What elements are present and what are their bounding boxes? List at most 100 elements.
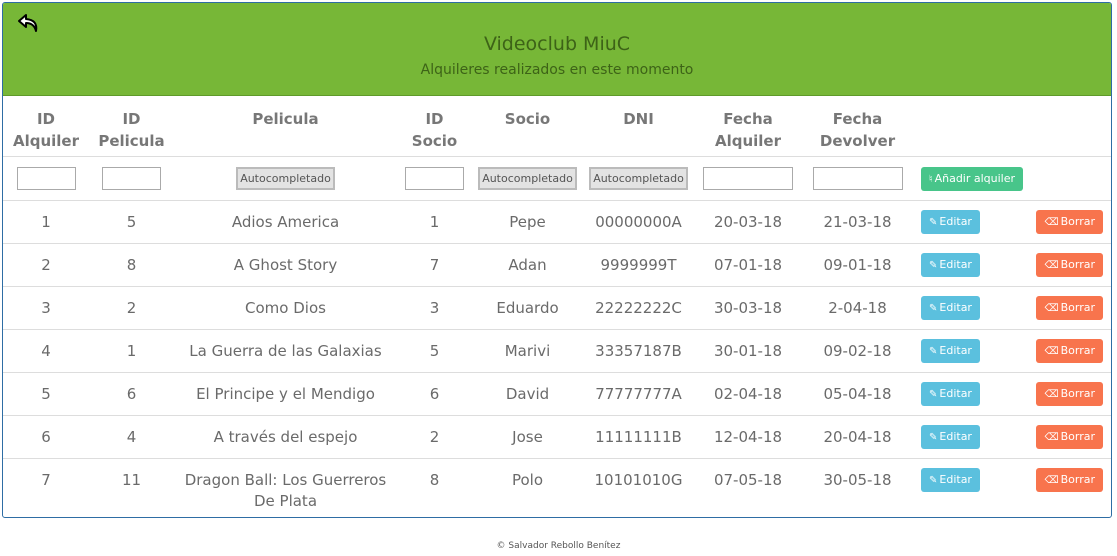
eraser-icon: ⌫ <box>1044 259 1059 271</box>
edit-button[interactable]: ✎ Editar <box>921 338 980 363</box>
cell-id-alquiler: 4 <box>3 328 89 372</box>
edit-cell: ✎ Editar <box>913 199 1033 243</box>
edit-label: Editar <box>939 214 972 228</box>
cell-id-pelicula: 6 <box>89 371 174 415</box>
column-header-line1: Pelicula <box>252 110 319 128</box>
column-header-line2: Alquiler <box>714 132 782 150</box>
column-header-line1: ID <box>122 110 141 128</box>
edit-button[interactable]: ✎ Editar <box>921 381 980 406</box>
column-header: Fecha Alquiler <box>694 96 802 156</box>
edit-cell: ✎ Editar <box>913 285 1033 329</box>
cell-pelicula: Como Dios <box>174 285 397 329</box>
cell-dni: 33357187B <box>583 328 694 372</box>
edit-icon: ✎ <box>929 388 938 400</box>
pelicula-autocomplete-input[interactable]: Autocompletado <box>236 166 335 190</box>
table-row: 3 2 Como Dios 3 Eduardo 22222222C 30-03-18 2-04… <box>3 285 1111 329</box>
delete-label: Borrar <box>1060 472 1095 486</box>
edit-cell: ✎ Editar <box>913 242 1033 286</box>
column-header: ID Socio <box>397 96 472 156</box>
column-header-line2: Socio <box>411 132 458 150</box>
cell-id-pelicula: 5 <box>89 199 174 243</box>
id-pelicula-input[interactable] <box>102 166 161 190</box>
cell-id-alquiler: 1 <box>3 199 89 243</box>
cell-id-pelicula: 8 <box>89 242 174 286</box>
cell-socio: Polo <box>472 457 583 517</box>
cell-id-pelicula: 1 <box>89 328 174 372</box>
id-alquiler-input[interactable] <box>16 166 76 190</box>
edit-icon: ✎ <box>929 431 938 443</box>
cell-id-pelicula: 2 <box>89 285 174 329</box>
back-arrow-icon[interactable] <box>17 13 43 35</box>
column-header-line1: Fecha <box>832 110 883 128</box>
edit-button[interactable]: ✎ Editar <box>921 467 980 492</box>
cell-dni: 9999999T <box>583 242 694 286</box>
table-row: 5 6 El Principe y el Mendigo 6 David 77777777… <box>3 371 1111 415</box>
edit-button[interactable]: ✎ Editar <box>921 424 980 449</box>
table-header-row: ID Alquiler ID Pelicula Pelicula ID Socio Socio… <box>3 96 1111 156</box>
delete-cell: ⌫ Borrar <box>1033 328 1111 372</box>
cell-id-alquiler: 6 <box>3 414 89 458</box>
cell-fecha-devolver: 21-03-18 <box>802 199 913 243</box>
cell-fecha-alquiler: 20-03-18 <box>694 199 802 243</box>
delete-cell: ⌫ Borrar <box>1033 199 1111 243</box>
socio-autocomplete-input[interactable]: Autocompletado <box>478 166 577 190</box>
table-row: 4 1 La Guerra de las Galaxias 5 Marivi 333571… <box>3 328 1111 372</box>
fecha-alquiler-input[interactable] <box>703 166 793 190</box>
cell-fecha-devolver: 30-05-18 <box>802 457 913 517</box>
column-header: Fecha Devolver <box>802 96 913 156</box>
cell-fecha-devolver: 05-04-18 <box>802 371 913 415</box>
cell-pelicula: Adios America <box>174 199 397 243</box>
column-header: Pelicula <box>174 96 397 156</box>
cell-pelicula: A través del espejo <box>174 414 397 458</box>
add-rental-icon: ♮ <box>929 173 933 185</box>
cell-fecha-devolver: 09-01-18 <box>802 242 913 286</box>
cell-pelicula: La Guerra de las Galaxias <box>174 328 397 372</box>
dni-autocomplete-input[interactable]: Autocompletado <box>589 166 688 190</box>
column-header-line1: ID <box>425 110 444 128</box>
cell-id-alquiler: 7 <box>3 457 89 517</box>
cell-fecha-alquiler: 12-04-18 <box>694 414 802 458</box>
column-header-line1: ID <box>36 110 56 128</box>
delete-cell: ⌫ Borrar <box>1033 371 1111 415</box>
add-rental-button[interactable]: ♮ Añadir alquiler <box>921 166 1024 191</box>
cell-id-alquiler: 3 <box>3 285 89 329</box>
edit-button[interactable]: ✎ Editar <box>921 252 980 277</box>
cell-id-socio: 6 <box>397 371 472 415</box>
footer-credit: © Salvador Rebollo Benítez <box>496 541 621 551</box>
eraser-icon: ⌫ <box>1044 302 1059 314</box>
delete-button[interactable]: ⌫ Borrar <box>1036 424 1103 449</box>
cell-socio: Adan <box>472 242 583 286</box>
actions-header-edit <box>913 96 1033 156</box>
table-row: 7 11 Dragon Ball: Los Guerreros De Plata 8 P… <box>3 457 1111 517</box>
cell-fecha-devolver: 09-02-18 <box>802 328 913 372</box>
fecha-devolver-input[interactable] <box>812 166 903 190</box>
cell-id-socio: 7 <box>397 242 472 286</box>
delete-button[interactable]: ⌫ Borrar <box>1036 252 1103 277</box>
id-socio-input[interactable] <box>405 166 464 190</box>
table-row: 28A Ghost Story 7 Adan 9999999T 07-01-18 09-0… <box>3 242 1111 286</box>
page-subtitle: Alquileres realizados en este momento <box>420 62 694 78</box>
eraser-icon: ⌫ <box>1044 388 1059 400</box>
delete-label: Borrar <box>1060 257 1095 271</box>
delete-button[interactable]: ⌫ Borrar <box>1036 467 1103 492</box>
delete-button[interactable]: ⌫ Borrar <box>1036 338 1103 363</box>
column-header-line1: Fecha <box>723 110 773 128</box>
delete-button[interactable]: ⌫ Borrar <box>1036 209 1103 234</box>
edit-icon: ✎ <box>929 302 938 314</box>
delete-button[interactable]: ⌫ Borrar <box>1036 381 1103 406</box>
delete-cell: ⌫ Borrar <box>1033 414 1111 458</box>
delete-button[interactable]: ⌫ Borrar <box>1036 295 1103 320</box>
cell-id-socio: 1 <box>397 199 472 243</box>
cell-dni: 77777777A <box>583 371 694 415</box>
cell-fecha-alquiler: 07-01-18 <box>694 242 802 286</box>
main-panel: Videoclub MiuC Alquileres realizados en … <box>2 2 1112 518</box>
eraser-icon: ⌫ <box>1044 345 1059 357</box>
cell-id-socio: 3 <box>397 285 472 329</box>
edit-icon: ✎ <box>929 345 938 357</box>
edit-button[interactable]: ✎ Editar <box>921 295 980 320</box>
cell-socio: Pepe <box>472 199 583 243</box>
edit-button[interactable]: ✎ Editar <box>921 209 980 234</box>
edit-label: Editar <box>939 300 972 314</box>
delete-label: Borrar <box>1060 429 1095 443</box>
cell-fecha-alquiler: 30-03-18 <box>694 285 802 329</box>
